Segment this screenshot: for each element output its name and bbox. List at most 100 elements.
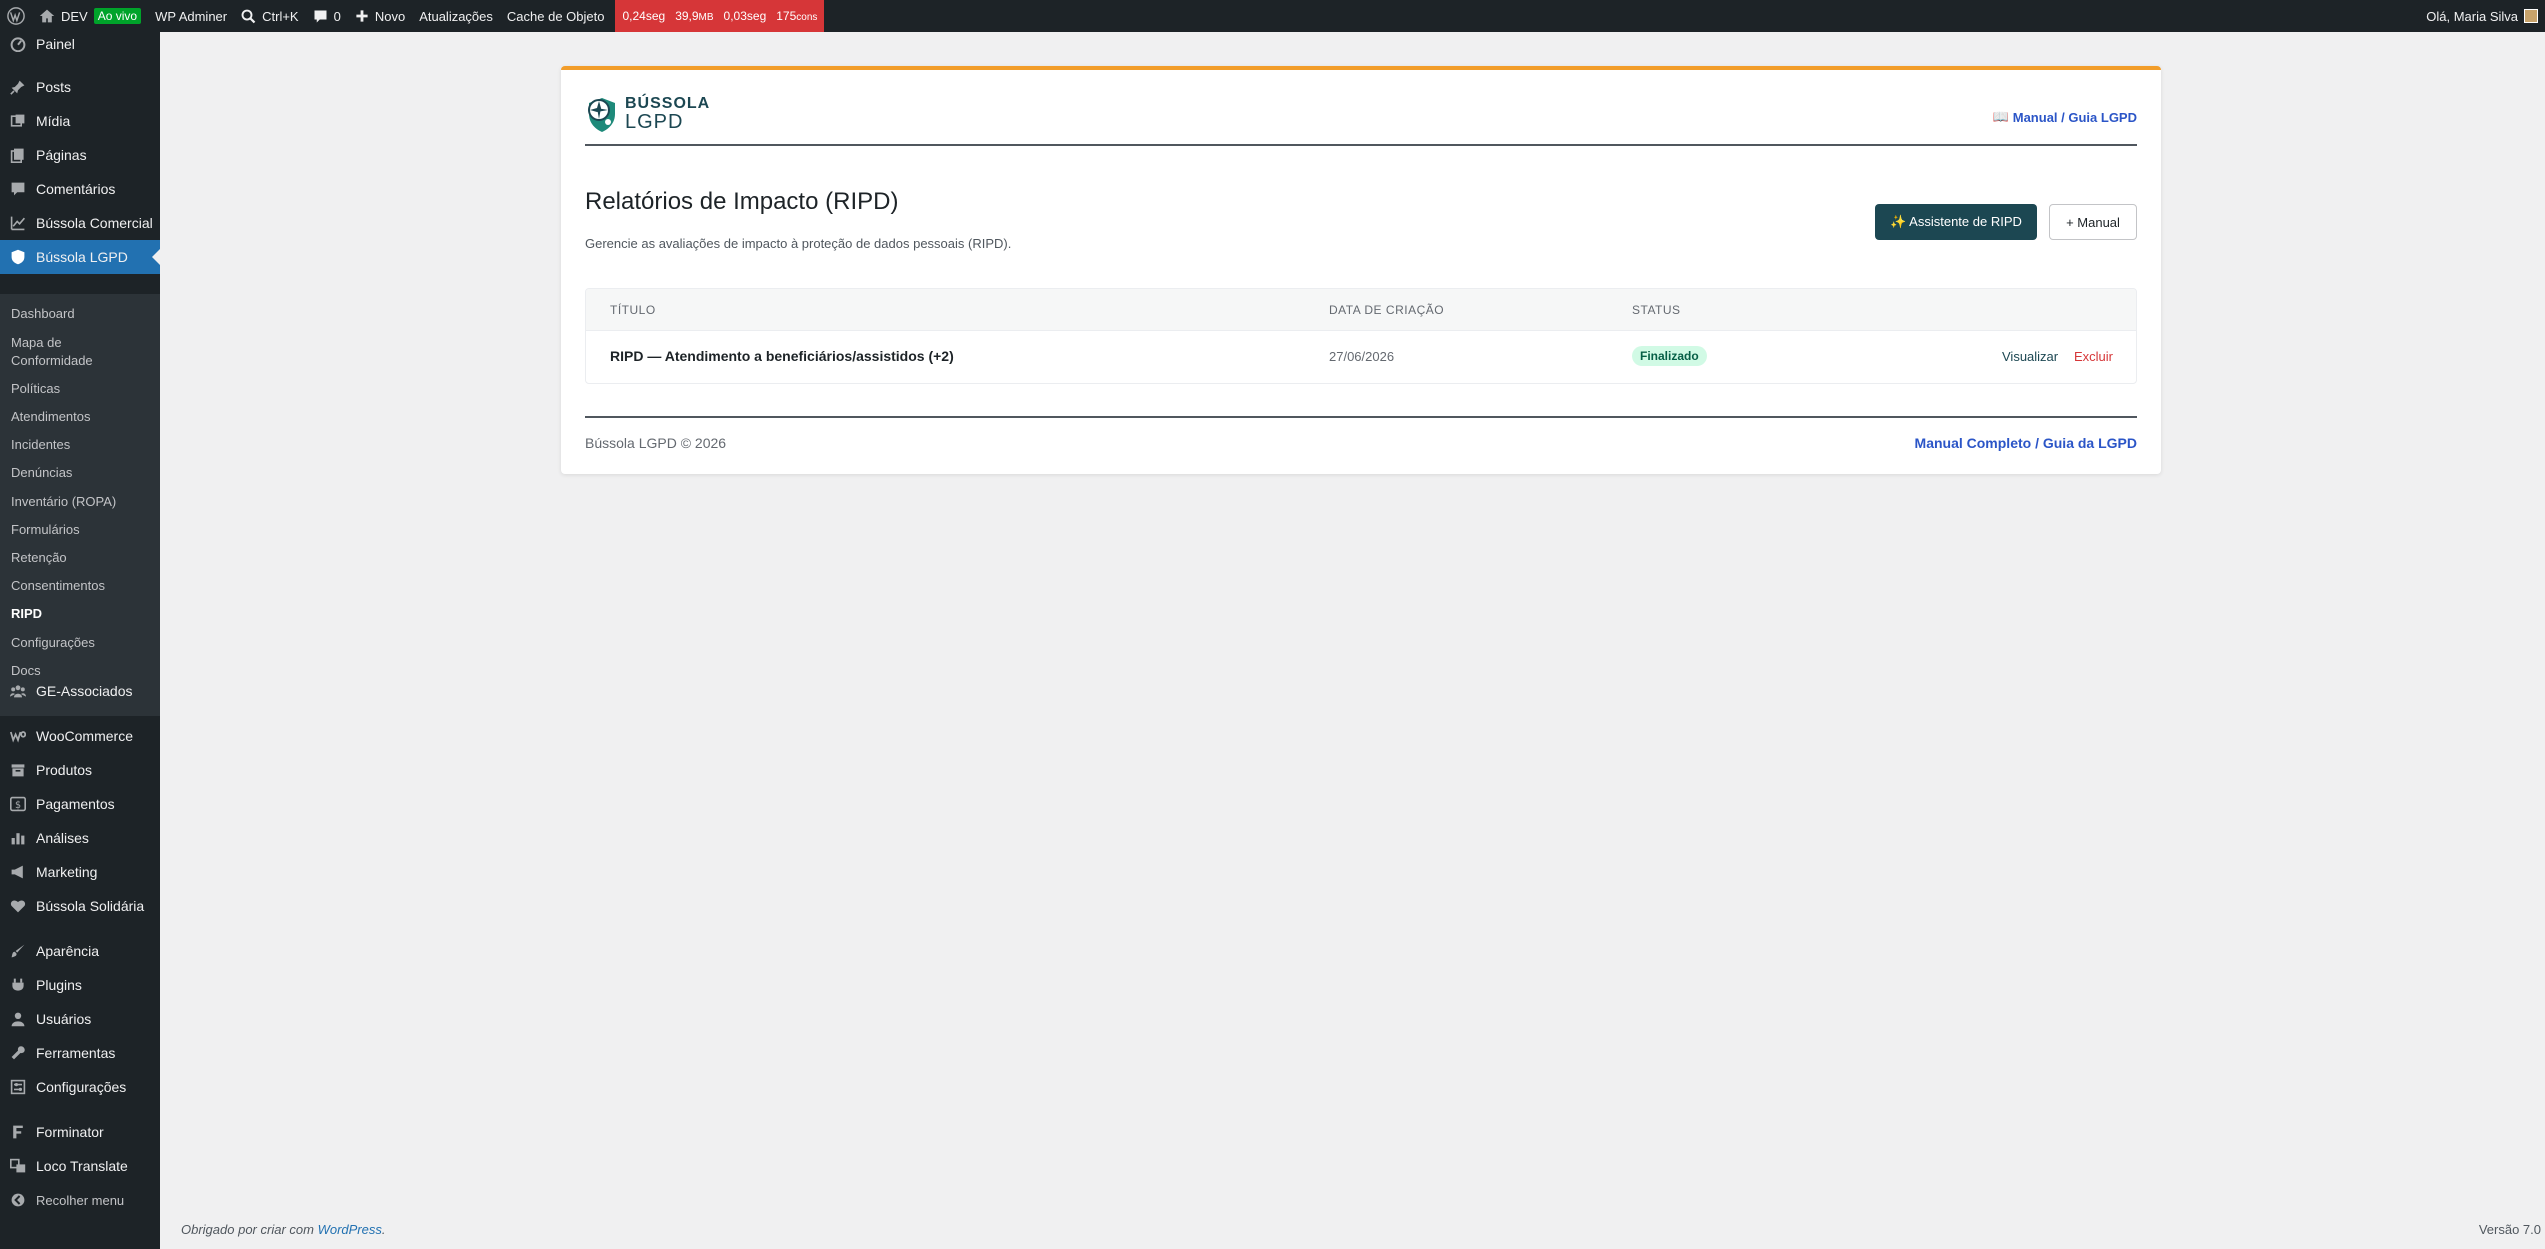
sidebar-item-marketing[interactable]: Marketing xyxy=(0,855,160,889)
object-cache-label: Cache de Objeto xyxy=(506,8,605,24)
sidebar-item-analises[interactable]: Análises xyxy=(0,821,160,855)
sidebar-item-pagamentos[interactable]: $ Pagamentos xyxy=(0,787,160,821)
submenu-item[interactable]: Incidentes xyxy=(11,436,70,454)
table-row: RIPD — Atendimento a beneficiários/assis… xyxy=(586,331,2136,383)
sidebar-item-bussola-lgpd[interactable]: Bússola LGPD xyxy=(0,240,160,274)
submenu-item[interactable]: Configurações xyxy=(11,634,95,652)
sidebar-item-label: Bússola Comercial xyxy=(36,215,153,231)
perf-queries-group: 175cons xyxy=(776,9,817,23)
submenu-item[interactable]: Conformidade xyxy=(11,352,93,370)
sidebar-item-label: Comentários xyxy=(36,181,116,197)
comment-icon xyxy=(314,10,327,22)
sidebar-item-ferramentas[interactable]: Ferramentas xyxy=(0,1036,160,1070)
submenu-item[interactable]: Mapa de xyxy=(11,334,62,352)
sidebar-item-usuarios[interactable]: Usuários xyxy=(0,1002,160,1036)
wp-version: Versão 7.0 xyxy=(2478,1222,2541,1237)
view-link[interactable]: Visualizar xyxy=(2002,349,2058,364)
submenu-item[interactable]: RIPD xyxy=(11,605,42,623)
sidebar-item-woocommerce[interactable]: WooCommerce xyxy=(0,719,160,753)
footer-copyright: Bússola LGPD © 2026 xyxy=(585,435,727,451)
wordpress-link[interactable]: WordPress xyxy=(318,1222,382,1237)
sidebar-item-label: Painel xyxy=(36,36,75,52)
sidebar-item-bussola-solidaria[interactable]: Bússola Solidária xyxy=(0,889,160,923)
sidebar-item-plugins[interactable]: Plugins xyxy=(0,968,160,1002)
bar-chart-icon xyxy=(0,830,36,846)
wrench-icon xyxy=(0,1045,36,1061)
plugin-icon xyxy=(0,977,36,993)
ripd-assistant-button[interactable]: ✨ Assistente de RIPD xyxy=(1875,204,2037,240)
submenu-item[interactable]: Formulários xyxy=(11,521,80,539)
sidebar-item-paginas[interactable]: Páginas xyxy=(0,138,160,172)
dashboard-icon xyxy=(0,36,36,52)
my-account-menu[interactable]: Olá, Maria Silva xyxy=(2419,0,2545,32)
site-name: DEV xyxy=(61,8,88,24)
perf-memory-unit: MB xyxy=(698,12,714,23)
compass-shield-icon xyxy=(588,98,615,132)
perf-queries-unit: cons xyxy=(796,12,818,23)
heart-icon xyxy=(0,898,36,914)
logo-line2: LGPD xyxy=(625,111,684,133)
sidebar-item-posts[interactable]: Posts xyxy=(0,70,160,104)
sidebar-item-configuracoes[interactable]: Configurações xyxy=(0,1070,160,1104)
sidebar-item-comentarios[interactable]: Comentários xyxy=(0,172,160,206)
new-content-menu[interactable]: Novo xyxy=(348,0,412,32)
delete-link[interactable]: Excluir xyxy=(2074,349,2113,364)
woo-icon xyxy=(0,728,36,744)
pages-icon xyxy=(0,147,36,163)
comments-link[interactable]: 0 xyxy=(306,0,348,32)
submenu-item[interactable]: Inventário (ROPA) xyxy=(11,493,116,511)
sidebar-item-bussola-comercial[interactable]: Bússola Comercial xyxy=(0,206,160,240)
sidebar-item-label: Recolher menu xyxy=(36,1192,125,1208)
manual-guide-label: Manual / Guia LGPD xyxy=(2012,109,2137,125)
comment-icon xyxy=(0,181,36,197)
wp-adminer-link[interactable]: WP Adminer xyxy=(148,0,234,32)
sidebar-item-produtos[interactable]: Produtos xyxy=(0,753,160,787)
updates-link[interactable]: Atualizações xyxy=(412,0,500,32)
thanks-suffix: . xyxy=(381,1222,386,1237)
logo-line1: BÚSSOLA xyxy=(625,95,711,112)
sidebar-item-label: Pagamentos xyxy=(36,796,115,812)
command-search[interactable]: Ctrl+K xyxy=(234,0,305,32)
submenu-item[interactable]: Atendimentos xyxy=(11,408,91,426)
object-cache-link[interactable]: Cache de Objeto xyxy=(500,0,612,32)
sidebar-item-loco-translate[interactable]: Loco Translate xyxy=(0,1149,160,1183)
sidebar-item-label: Análises xyxy=(36,830,89,846)
archive-icon xyxy=(0,762,36,778)
sidebar-item-label: Mídia xyxy=(36,113,71,129)
ripd-table: TÍTULO DATA DE CRIAÇÃO STATUS RIPD — Ate… xyxy=(585,288,2137,384)
sidebar-item-label: Plugins xyxy=(36,977,82,993)
media-icon xyxy=(0,113,36,129)
table-header: TÍTULO DATA DE CRIAÇÃO STATUS xyxy=(586,289,2136,331)
admin-sidebar: Dashboard Mapa de Conformidade Políticas Ate… xyxy=(0,32,160,1249)
submenu-item[interactable]: Retenção xyxy=(11,549,67,567)
sidebar-item-aparencia[interactable]: Aparência xyxy=(0,934,160,968)
sidebar-item-label: Páginas xyxy=(36,147,87,163)
full-manual-link[interactable]: Manual Completo / Guia da LGPD xyxy=(1915,435,2137,451)
plus-icon xyxy=(356,10,368,22)
logo-text: BÚSSOLA LGPD xyxy=(625,95,711,133)
sidebar-item-painel[interactable]: Painel xyxy=(0,27,160,61)
sidebar-item-label: GE-Associados xyxy=(36,683,133,699)
add-manual-button[interactable]: + Manual xyxy=(2049,204,2137,240)
submenu-item[interactable]: Políticas xyxy=(11,380,60,398)
wordpress-icon xyxy=(7,7,25,25)
sidebar-item-ge-associados[interactable]: GE-Associados xyxy=(0,674,160,708)
live-badge: Ao vivo xyxy=(93,8,142,24)
sidebar-item-midia[interactable]: Mídia xyxy=(0,104,160,138)
manual-guide-link[interactable]: 📖 Manual / Guia LGPD xyxy=(1993,109,2137,125)
page-description: Gerencie as avaliações de impacto à prot… xyxy=(585,236,1012,251)
card-footer: Bússola LGPD © 2026 Manual Completo / Gu… xyxy=(585,416,2137,456)
bussola-lgpd-submenu: Dashboard Mapa de Conformidade Políticas Ate… xyxy=(0,294,160,716)
column-status: STATUS xyxy=(1632,303,1681,317)
submenu-item[interactable]: Dashboard xyxy=(11,305,75,323)
column-created-date: DATA DE CRIAÇÃO xyxy=(1329,303,1445,317)
updates-label: Atualizações xyxy=(419,8,493,24)
submenu-item[interactable]: Consentimentos xyxy=(11,577,105,595)
query-monitor-stats[interactable]: 0,24seg 39,9MB 0,03seg 175cons xyxy=(615,0,825,32)
perf-memory: 39,9 xyxy=(675,9,699,23)
submenu-item[interactable]: Denúncias xyxy=(11,464,72,482)
sidebar-item-label: WooCommerce xyxy=(36,728,133,744)
sidebar-item-forminator[interactable]: Forminator xyxy=(0,1115,160,1149)
sidebar-item-recolher-menu[interactable]: Recolher menu xyxy=(0,1183,160,1217)
wp-footer-thanks: Obrigado por criar com WordPress. xyxy=(181,1222,386,1237)
